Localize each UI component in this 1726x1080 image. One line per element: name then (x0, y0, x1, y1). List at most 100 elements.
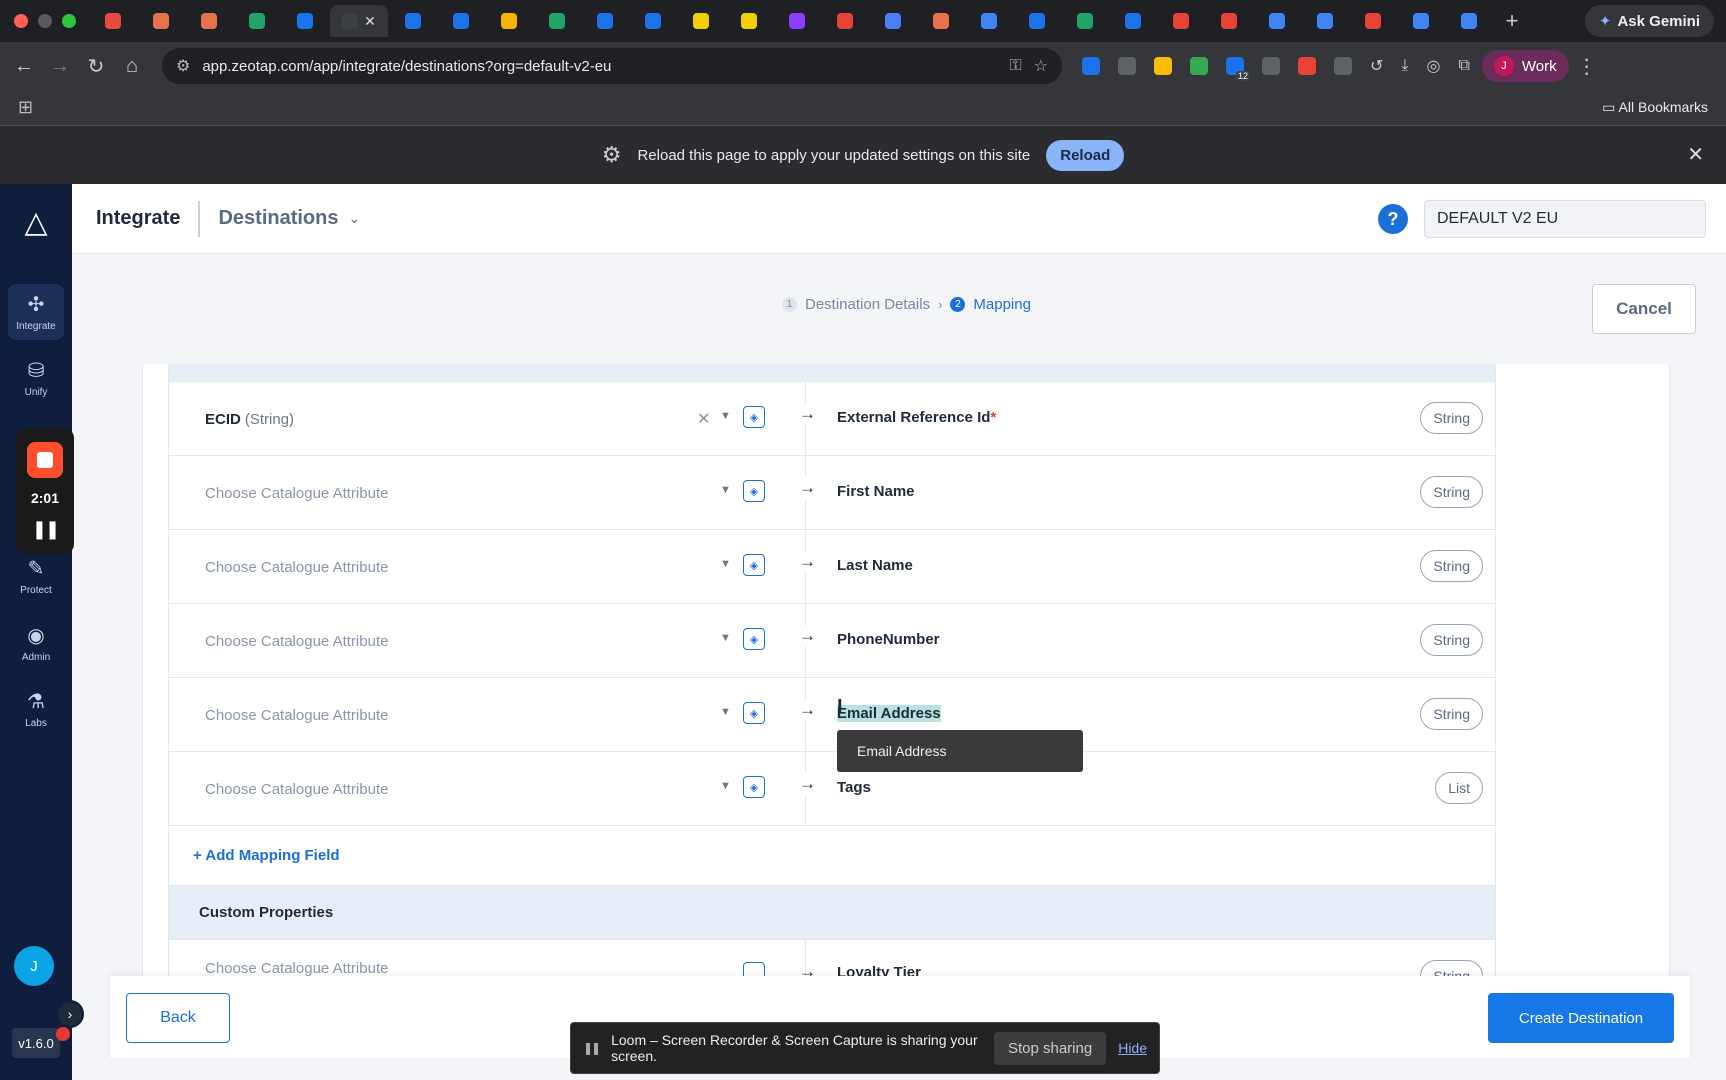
hide-link[interactable]: Hide (1118, 1040, 1147, 1056)
bookmark-star-icon[interactable]: ☆ (1034, 56, 1048, 76)
back-nav-icon[interactable]: ← (6, 55, 42, 78)
add-mapping-field-link[interactable]: + Add Mapping Field (169, 826, 1495, 886)
browser-tab[interactable] (1350, 5, 1396, 37)
sidebar-item-labs[interactable]: ⚗ Labs (8, 681, 64, 737)
extension-icon[interactable] (1298, 57, 1316, 75)
sidebar-item-protect[interactable]: ✎ Protect (8, 548, 64, 604)
extension-icon[interactable] (1190, 57, 1208, 75)
dropdown-caret-icon[interactable]: ▼ (720, 484, 731, 496)
help-icon[interactable]: ? (1378, 204, 1408, 234)
step-mapping[interactable]: Mapping (973, 296, 1031, 313)
browser-tab[interactable] (582, 5, 628, 37)
browser-tab[interactable] (438, 5, 484, 37)
browser-tab[interactable] (1302, 5, 1348, 37)
browser-tab[interactable] (138, 5, 184, 37)
loom-stop-button[interactable] (27, 442, 63, 479)
step-destination-details[interactable]: Destination Details (805, 296, 930, 313)
extension-icon[interactable] (1334, 57, 1352, 75)
browser-tab-active[interactable]: ✕ (330, 5, 388, 37)
lens-icon[interactable]: ◎ (1426, 56, 1440, 76)
close-tab-icon[interactable]: ✕ (364, 13, 376, 30)
browser-tab[interactable] (282, 5, 328, 37)
map-settings-icon[interactable]: ◈ (743, 480, 765, 502)
password-key-icon[interactable]: ⚿ (1009, 57, 1021, 75)
dropdown-caret-icon[interactable]: ▼ (720, 632, 731, 644)
address-bar[interactable]: ⚙ app.zeotap.com/app/integrate/destinati… (162, 48, 1062, 84)
dropdown-caret-icon[interactable]: ▼ (720, 410, 731, 422)
new-tab-icon[interactable]: + (1494, 8, 1530, 34)
close-window-button[interactable] (14, 14, 28, 28)
catalogue-attribute-select[interactable]: Choose Catalogue Attribute (205, 960, 388, 976)
back-button[interactable]: Back (126, 993, 230, 1043)
catalogue-attribute-select[interactable]: Choose Catalogue Attribute (205, 752, 388, 826)
section-dropdown[interactable]: Destinations (200, 207, 338, 230)
org-selector[interactable]: DEFAULT V2 EU (1424, 200, 1706, 238)
home-icon[interactable]: ⌂ (114, 55, 150, 78)
map-settings-icon[interactable]: ◈ (743, 628, 765, 650)
catalogue-attribute-select[interactable]: Choose Catalogue Attribute (205, 604, 388, 678)
catalogue-attribute-select[interactable]: Choose Catalogue Attribute (205, 678, 388, 752)
maximize-window-button[interactable] (62, 14, 76, 28)
catalogue-attribute-select[interactable]: Choose Catalogue Attribute (205, 530, 388, 604)
browser-tab[interactable] (534, 5, 580, 37)
map-settings-icon[interactable] (743, 962, 765, 976)
expand-sidebar-button[interactable]: › (56, 1000, 84, 1028)
browser-tab[interactable] (870, 5, 916, 37)
dropdown-caret-icon[interactable]: ▼ (720, 780, 731, 792)
zeotap-logo-icon[interactable]: △ (12, 198, 60, 246)
browser-tab[interactable] (234, 5, 280, 37)
map-settings-icon[interactable]: ◈ (743, 554, 765, 576)
browser-menu-icon[interactable]: ⋮ (1569, 54, 1605, 79)
drag-handle-icon[interactable]: ❚❚ (583, 1041, 601, 1055)
reload-button[interactable]: Reload (1046, 139, 1125, 171)
browser-tab[interactable] (1110, 5, 1156, 37)
minimize-window-button[interactable] (38, 14, 52, 28)
stop-sharing-button[interactable]: Stop sharing (993, 1031, 1107, 1065)
browser-tab[interactable] (186, 5, 232, 37)
browser-tab[interactable] (726, 5, 772, 37)
browser-tab[interactable] (678, 5, 724, 37)
catalogue-attribute-select[interactable]: Choose Catalogue Attribute (205, 456, 388, 530)
browser-tab[interactable] (822, 5, 868, 37)
browser-tab[interactable] (90, 5, 136, 37)
all-bookmarks-link[interactable]: ▭ All Bookmarks (1602, 99, 1708, 116)
forward-nav-icon[interactable]: → (42, 55, 78, 78)
close-icon[interactable]: ✕ (1687, 142, 1704, 167)
browser-tab[interactable] (918, 5, 964, 37)
browser-tab[interactable] (1062, 5, 1108, 37)
browser-tab[interactable] (630, 5, 676, 37)
dropdown-caret-icon[interactable]: ▼ (720, 706, 731, 718)
browser-tab[interactable] (1398, 5, 1444, 37)
apps-grid-icon[interactable]: ⊞ (18, 97, 33, 118)
clear-icon[interactable]: ✕ (697, 409, 710, 429)
sidebar-item-unify[interactable]: ⛁ Unify (8, 350, 64, 406)
catalogue-attribute-select[interactable]: ECID (String) (205, 382, 294, 456)
browser-tab[interactable] (966, 5, 1012, 37)
browser-tab[interactable] (1446, 5, 1492, 37)
dropdown-caret-icon[interactable]: ▼ (720, 558, 731, 570)
extension-icon[interactable] (1082, 57, 1100, 75)
profile-button[interactable]: J Work (1481, 50, 1569, 82)
cancel-button[interactable]: Cancel (1592, 284, 1696, 334)
ask-gemini-button[interactable]: ✦ Ask Gemini (1584, 5, 1714, 37)
sidebar-item-admin[interactable]: ◉ Admin (8, 615, 64, 671)
extension-icon[interactable] (1262, 57, 1280, 75)
extension-icon[interactable]: 12 (1226, 57, 1250, 81)
history-icon[interactable]: ↺ (1370, 56, 1383, 76)
download-icon[interactable]: ⤓ (1401, 57, 1408, 75)
sidebar-item-integrate[interactable]: ✣ Integrate (8, 284, 64, 340)
browser-tab[interactable] (1206, 5, 1252, 37)
browser-tab[interactable] (1014, 5, 1060, 37)
extension-icon[interactable] (1154, 57, 1172, 75)
browser-tab[interactable] (486, 5, 532, 37)
browser-tab[interactable] (390, 5, 436, 37)
browser-tab[interactable] (774, 5, 820, 37)
reload-icon[interactable]: ↻ (78, 54, 114, 79)
map-settings-icon[interactable]: ◈ (743, 776, 765, 798)
map-settings-icon[interactable]: ◈ (743, 406, 765, 428)
reading-mode-icon[interactable]: ⧉ (1458, 57, 1469, 75)
extension-icon[interactable] (1118, 57, 1136, 75)
browser-tab[interactable] (1254, 5, 1300, 37)
map-settings-icon[interactable]: ◈ (743, 702, 765, 724)
user-avatar[interactable]: J (14, 946, 54, 986)
